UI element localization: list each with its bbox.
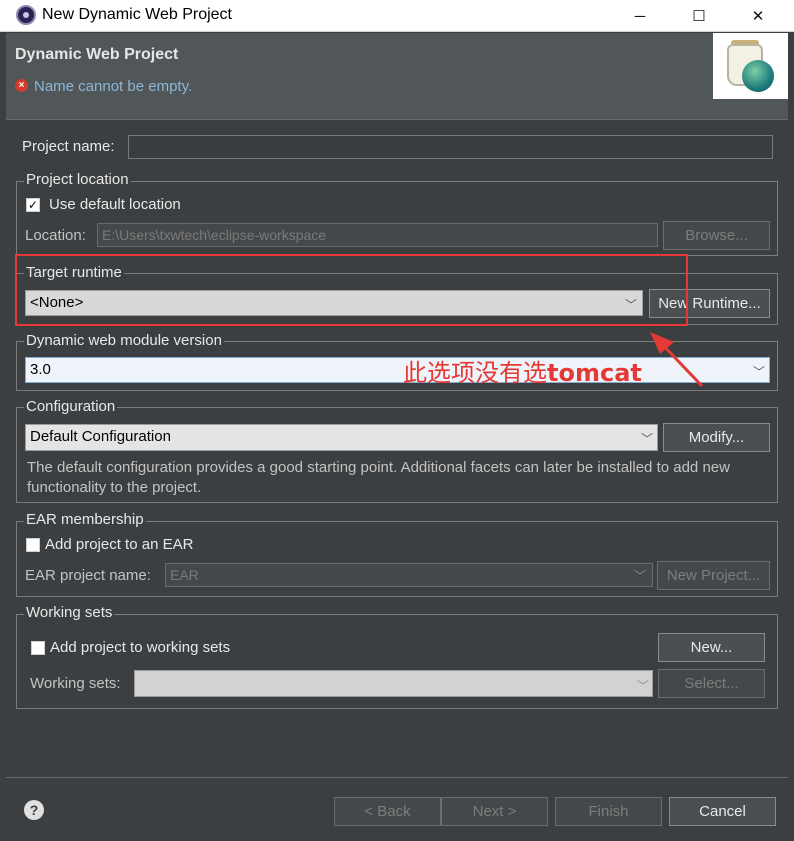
working-sets-select[interactable] (134, 670, 653, 697)
eclipse-app-icon (16, 5, 36, 25)
working-sets-legend: Working sets (24, 604, 115, 621)
add-to-ear-checkbox[interactable] (26, 538, 40, 552)
maximize-button[interactable]: ☐ (676, 0, 722, 32)
module-version-value: 3.0 (30, 361, 51, 378)
annotation-arrow (650, 332, 704, 388)
select-working-sets-button[interactable]: Select... (658, 669, 765, 698)
footer-separator (6, 777, 788, 778)
annotation-text-cn: 此选项没有选 (403, 359, 547, 387)
finish-button[interactable]: Finish (555, 797, 662, 826)
chevron-down-icon: ﹀ (634, 569, 647, 583)
working-sets-label: Working sets: (30, 675, 121, 692)
new-ear-project-button[interactable]: New Project... (657, 561, 770, 590)
annotation-text: 此选项没有选tomcat (403, 353, 642, 388)
error-message: Name cannot be empty. (34, 78, 193, 95)
chevron-down-icon: ﹀ (637, 679, 650, 693)
window-title: New Dynamic Web Project (42, 6, 232, 23)
use-default-location-checkbox[interactable]: ✓ (26, 198, 40, 212)
ear-project-name-label: EAR project name: (25, 567, 151, 584)
project-name-label: Project name: (22, 138, 115, 155)
wizard-page-title: Dynamic Web Project (15, 46, 179, 63)
cancel-button[interactable]: Cancel (669, 797, 776, 826)
back-button[interactable]: < Back (334, 797, 441, 826)
error-icon: × (15, 79, 28, 92)
chevron-down-icon: ﹀ (641, 432, 654, 446)
ear-membership-legend: EAR membership (24, 511, 146, 528)
configuration-select[interactable]: Default Configuration (25, 424, 658, 451)
help-icon[interactable]: ? (24, 800, 44, 820)
close-button[interactable]: ✕ (735, 0, 781, 32)
use-default-location-label: Use default location (49, 196, 181, 213)
globe-icon (742, 60, 774, 92)
module-version-legend: Dynamic web module version (24, 332, 224, 349)
minimize-button[interactable]: ─ (617, 0, 663, 32)
ear-project-name-select[interactable]: EAR (165, 563, 653, 587)
browse-button[interactable]: Browse... (663, 221, 770, 250)
header-separator (6, 119, 788, 120)
add-to-working-sets-label: Add project to working sets (50, 639, 231, 656)
annotation-highlight-box (15, 254, 688, 326)
add-to-ear-label: Add project to an EAR (45, 536, 194, 553)
location-input[interactable]: E:\Users\txwtech\eclipse-workspace (97, 223, 658, 247)
configuration-value: Default Configuration (30, 428, 171, 445)
next-button[interactable]: Next > (441, 797, 548, 826)
checkbox-check-icon: ✓ (27, 198, 39, 212)
modify-button[interactable]: Modify... (663, 423, 770, 452)
chevron-down-icon: ﹀ (753, 365, 766, 379)
configuration-legend: Configuration (24, 398, 118, 415)
location-label: Location: (25, 227, 86, 244)
project-location-legend: Project location (24, 171, 131, 188)
project-name-input[interactable] (128, 135, 773, 159)
new-working-set-button[interactable]: New... (658, 633, 765, 662)
add-to-working-sets-checkbox[interactable] (31, 641, 45, 655)
configuration-description: The default configuration provides a goo… (27, 459, 730, 496)
annotation-text-bold: tomcat (547, 359, 642, 387)
